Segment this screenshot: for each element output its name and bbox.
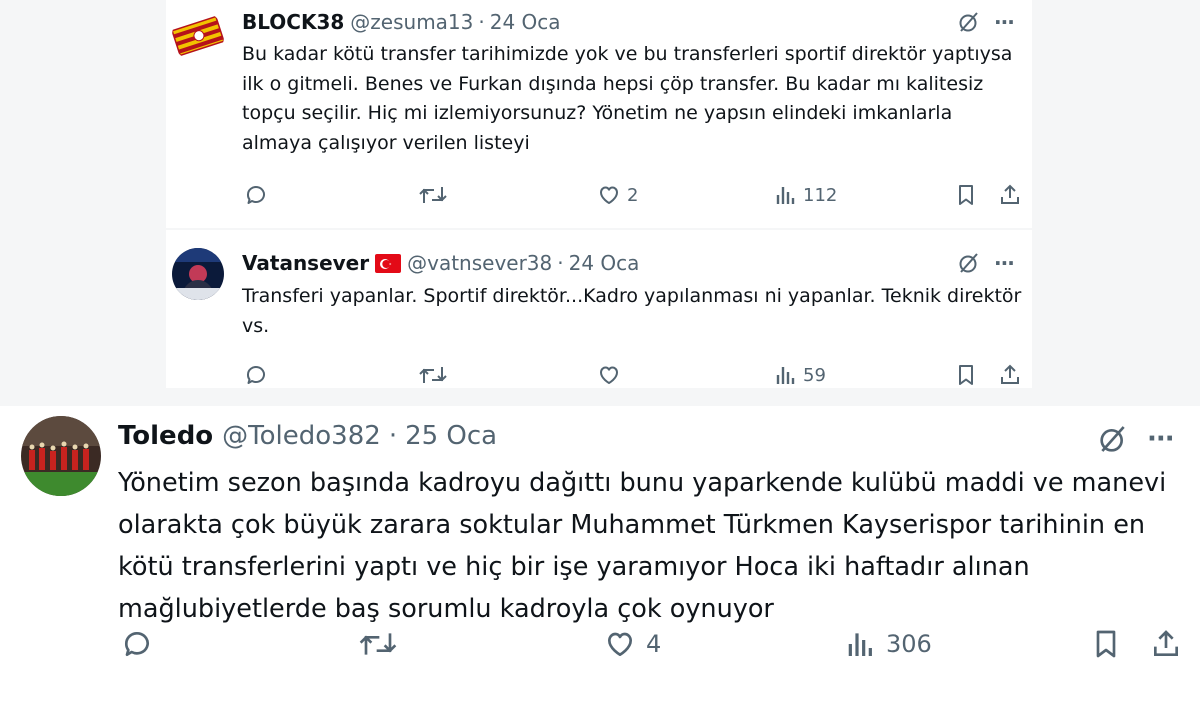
retweet-button[interactable]	[358, 628, 398, 660]
bookmark-button[interactable]	[954, 183, 978, 207]
tweet-text: Yönetim sezon başında kadroyu dağıttı bu…	[118, 468, 1167, 624]
retweet-icon	[419, 187, 447, 203]
retweet-icon	[419, 367, 447, 383]
tweet-card-block38[interactable]: BLOCK38 @zesuma13 · 24 Oca ··· Bu kadar …	[166, 0, 1032, 228]
avatar[interactable]	[21, 416, 101, 496]
grok-icon[interactable]	[1097, 423, 1129, 455]
tweet-date[interactable]: 25 Oca	[405, 421, 497, 451]
like-button[interactable]	[597, 363, 627, 387]
views-icon	[776, 187, 795, 204]
like-count: 4	[646, 630, 662, 658]
share-icon	[1001, 364, 1019, 384]
bookmark-button[interactable]	[1090, 628, 1122, 660]
like-icon	[600, 186, 618, 204]
reply-icon	[124, 632, 149, 656]
author-handle[interactable]: @vatnsever38	[407, 251, 552, 275]
view-count: 112	[803, 184, 838, 206]
tweet-card-vatansever[interactable]: Vatansever @vatnsever38 · 24 Oca ··· Tra…	[166, 230, 1032, 388]
views-button[interactable]: 306	[846, 628, 932, 660]
avatar[interactable]	[172, 10, 224, 62]
turkey-flag-icon	[375, 254, 402, 273]
views-button[interactable]: 112	[775, 183, 837, 207]
team-logo-icon	[172, 10, 224, 62]
separator-dot: ·	[557, 251, 564, 275]
more-icon[interactable]: ···	[1147, 424, 1175, 454]
like-count: 2	[627, 184, 639, 206]
like-button[interactable]: 2	[597, 183, 638, 207]
bookmark-button[interactable]	[954, 363, 978, 387]
view-count: 306	[886, 630, 932, 658]
tweet-date[interactable]: 24 Oca	[490, 10, 561, 34]
author-name[interactable]: BLOCK38	[242, 10, 344, 34]
views-icon	[848, 633, 872, 656]
separator-dot: ·	[478, 10, 485, 34]
views-button[interactable]: 59	[775, 363, 826, 387]
stadium-photo-icon	[21, 416, 101, 496]
reply-button[interactable]	[244, 183, 268, 207]
tweet-text: Bu kadar kötü transfer tarihimizde yok v…	[242, 43, 1013, 154]
share-button[interactable]	[998, 183, 1022, 207]
reply-icon	[246, 366, 265, 384]
bookmark-icon	[959, 185, 973, 205]
like-button[interactable]: 4	[604, 628, 661, 660]
avatar[interactable]	[172, 248, 224, 300]
retweet-icon	[359, 633, 397, 655]
grok-icon[interactable]	[957, 10, 981, 34]
share-icon	[1154, 630, 1178, 656]
share-button[interactable]	[998, 363, 1022, 387]
reply-button[interactable]	[121, 628, 153, 660]
share-button[interactable]	[1150, 628, 1182, 660]
tweet-card-toledo[interactable]: Toledo @Toledo382 · 25 Oca ··· Yönetim s…	[0, 406, 1200, 705]
author-name[interactable]: Toledo	[118, 421, 213, 451]
reply-button[interactable]	[244, 363, 268, 387]
more-icon[interactable]: ···	[994, 10, 1015, 34]
retweet-button[interactable]	[418, 183, 448, 207]
view-count: 59	[803, 364, 826, 386]
bookmark-icon	[1096, 630, 1116, 658]
tweet-text: Transferi yapanlar. Sportif direktör...K…	[242, 285, 1022, 337]
more-icon[interactable]: ···	[994, 251, 1015, 275]
bookmark-icon	[959, 365, 973, 385]
separator-dot: ·	[388, 421, 398, 451]
tweet-date[interactable]: 24 Oca	[569, 251, 640, 275]
author-handle[interactable]: @Toledo382	[222, 421, 381, 451]
author-handle[interactable]: @zesuma13	[350, 10, 473, 34]
like-icon	[600, 366, 618, 384]
share-icon	[1001, 184, 1019, 204]
like-icon	[608, 632, 632, 656]
grok-icon[interactable]	[957, 251, 981, 275]
reply-icon	[246, 186, 265, 204]
author-name[interactable]: Vatansever	[242, 251, 369, 275]
profile-photo-icon	[172, 248, 224, 300]
retweet-button[interactable]	[418, 363, 448, 387]
views-icon	[776, 367, 795, 384]
